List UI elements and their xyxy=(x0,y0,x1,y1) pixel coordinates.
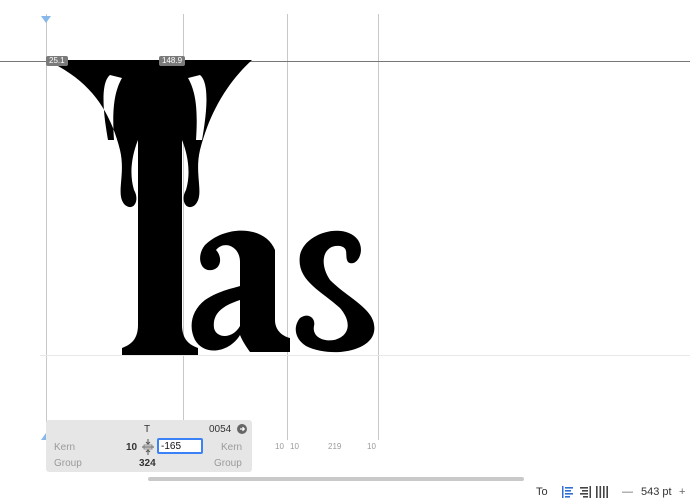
glyph-a xyxy=(191,230,290,352)
kern-right-label: Kern xyxy=(221,442,243,453)
kern-right-input[interactable] xyxy=(157,438,203,454)
canvas-svg xyxy=(0,14,690,440)
bottom-toolbar: To — 543 pt + xyxy=(0,482,690,503)
glyph-info-panel: T 0054 Kern 10 Kern Group 324 Group xyxy=(46,420,252,472)
metric-rsb-T: 10 xyxy=(275,442,284,451)
group-left-label[interactable]: Group xyxy=(54,458,82,469)
columns-icon[interactable] xyxy=(596,486,608,498)
glyph-s xyxy=(295,230,375,353)
width-value[interactable]: 324 xyxy=(139,458,156,469)
scrollbar-thumb[interactable] xyxy=(148,477,524,481)
align-left-icon[interactable] xyxy=(562,486,574,498)
zoom-in-button[interactable]: + xyxy=(679,486,685,498)
glyph-edit-canvas[interactable]: 25.1 148.9 10 10 219 10 T 0054 Kern 10 K… xyxy=(0,0,690,480)
left-sidebearing-badge: 25.1 xyxy=(46,56,68,66)
align-right-icon[interactable] xyxy=(579,486,591,498)
kern-lock-icon[interactable] xyxy=(141,438,155,456)
unicode-value: 0054 xyxy=(209,424,232,435)
zoom-level[interactable]: 543 pt xyxy=(641,486,672,498)
metric-rsb-s: 10 xyxy=(367,442,376,451)
glyph-T xyxy=(46,60,252,355)
zoom-out-button[interactable]: — xyxy=(622,486,633,498)
preview-text-input[interactable]: To xyxy=(536,486,548,498)
advance-badge: 148.9 xyxy=(159,56,186,66)
top-marker-icon xyxy=(41,16,51,23)
metric-lsb-a: 10 xyxy=(290,442,299,451)
kern-left-label: Kern xyxy=(54,442,76,453)
kern-left-value[interactable]: 10 xyxy=(126,442,137,453)
glyph-name: T xyxy=(144,424,151,435)
arrow-right-circle-icon[interactable] xyxy=(237,424,247,434)
group-right-label[interactable]: Group xyxy=(214,458,242,469)
metric-width-a: 219 xyxy=(328,442,342,451)
